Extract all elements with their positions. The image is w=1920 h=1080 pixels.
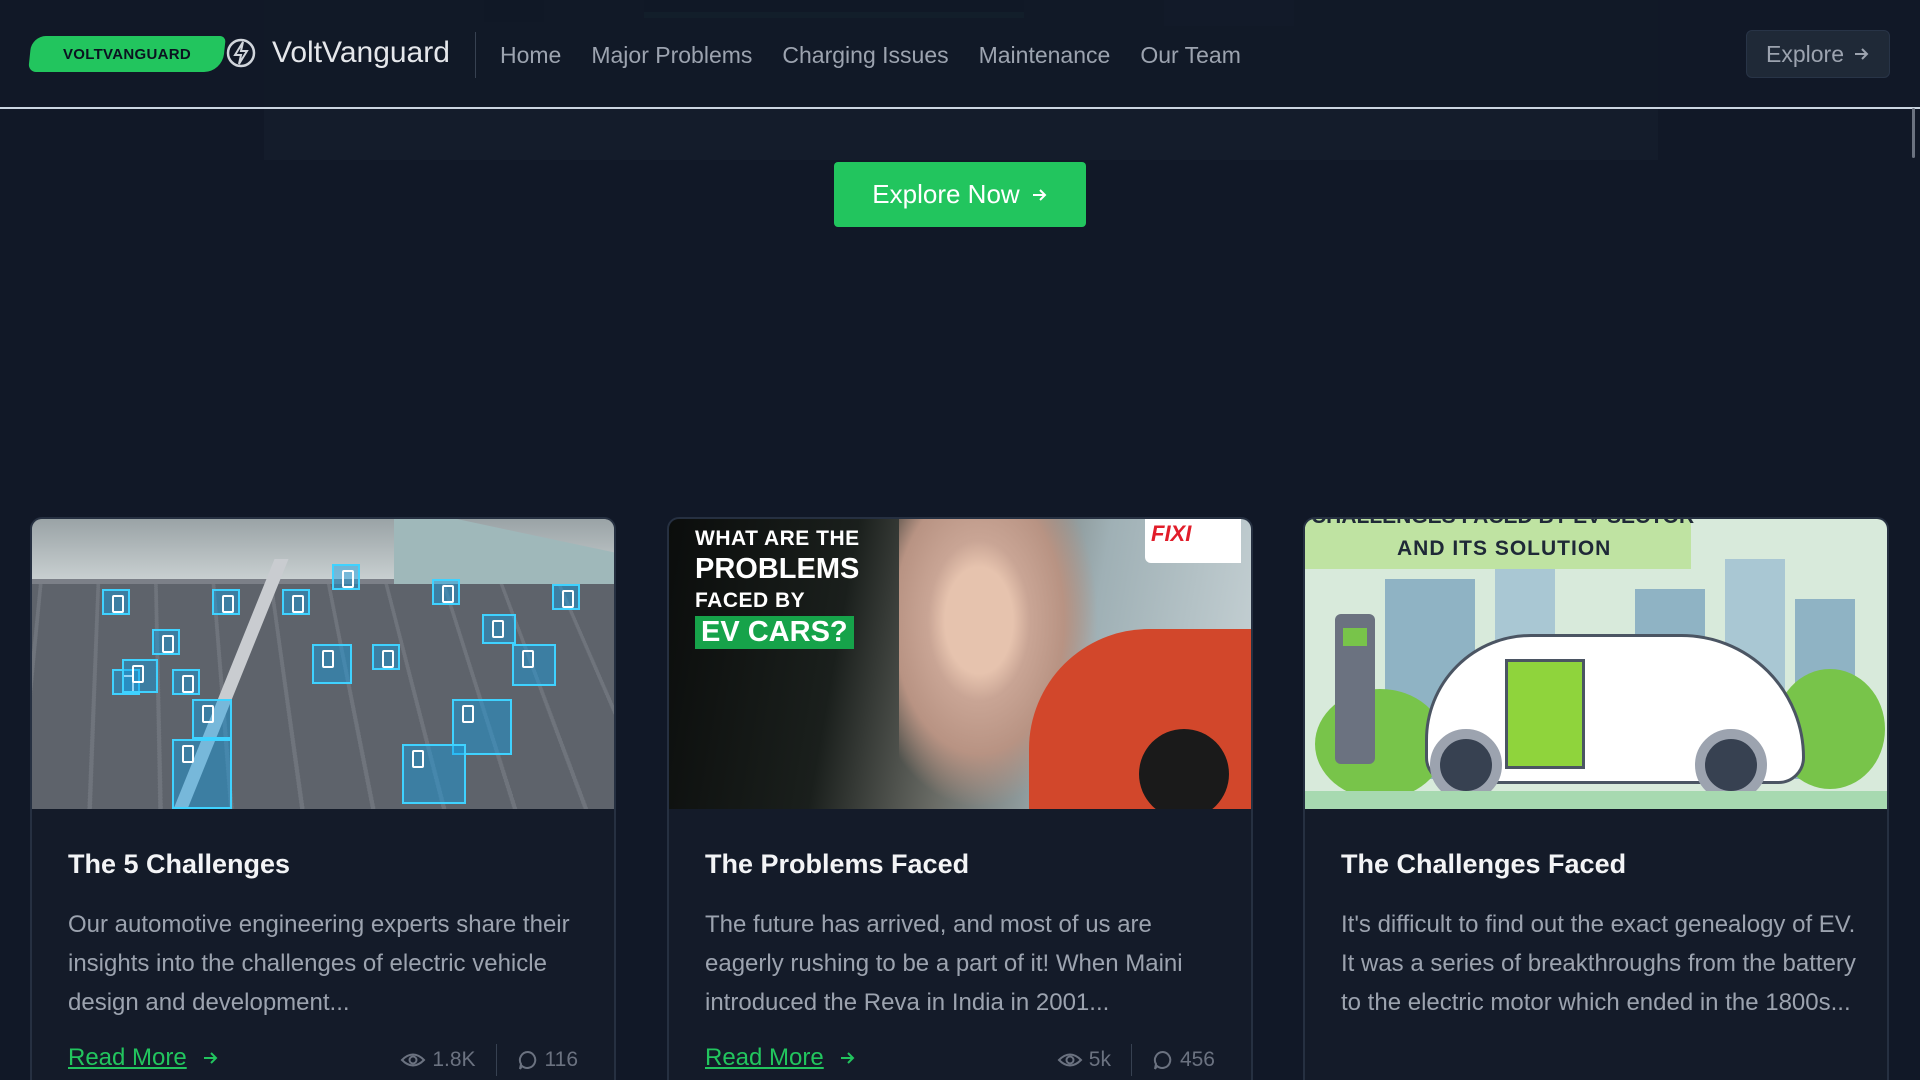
read-more-label: Read More bbox=[705, 1044, 824, 1071]
card-stats: 5k 456 bbox=[1057, 1044, 1215, 1076]
nav-maintenance[interactable]: Maintenance bbox=[979, 42, 1111, 69]
card-description: Our automotive engineering experts share… bbox=[68, 911, 570, 1016]
main-nav: Home Major Problems Charging Issues Main… bbox=[500, 42, 1271, 69]
eye-icon bbox=[400, 1053, 426, 1067]
image-text-line2: AND ITS SOLUTION bbox=[1397, 537, 1612, 560]
card-image-highway bbox=[32, 519, 614, 809]
read-more-label: Read More bbox=[68, 1044, 187, 1071]
card-image-ev-charging: WHAT ARE THE PROBLEMS FACED BY EV CARS? … bbox=[669, 519, 1251, 809]
article-card-2[interactable]: WHAT ARE THE PROBLEMS FACED BY EV CARS? … bbox=[667, 517, 1253, 1080]
image-text-line1: CHALLENGES FACED BY EV SECTOR bbox=[1311, 519, 1694, 529]
comments-count: 456 bbox=[1179, 1048, 1215, 1071]
fixi-logo-text: FIXI bbox=[1151, 521, 1192, 546]
comments-stat: 116 bbox=[517, 1048, 578, 1072]
card-image-ev-illustration: CHALLENGES FACED BY EV SECTOR AND ITS SO… bbox=[1305, 519, 1887, 809]
views-stat: 5k bbox=[1057, 1048, 1111, 1072]
brand-name[interactable]: VoltVanguard bbox=[272, 36, 450, 70]
card-title: The Problems Faced bbox=[705, 849, 970, 879]
nav-our-team[interactable]: Our Team bbox=[1140, 42, 1241, 69]
site-header: VOLTVANGUARD VoltVanguard Home Major Pro… bbox=[0, 0, 1920, 109]
explore-now-button[interactable]: Explore Now bbox=[834, 162, 1086, 227]
card-title: The Challenges Faced bbox=[1341, 849, 1627, 879]
card-title: The 5 Challenges bbox=[68, 849, 291, 879]
explore-button-label: Explore bbox=[1766, 40, 1844, 67]
arrow-right-icon bbox=[203, 1052, 218, 1064]
card-description: The future has arrived, and most of us a… bbox=[705, 911, 1183, 1016]
scrollbar-thumb[interactable] bbox=[1912, 108, 1915, 158]
comment-icon bbox=[1153, 1050, 1172, 1070]
nav-charging-issues[interactable]: Charging Issues bbox=[782, 42, 948, 69]
article-card-3[interactable]: CHALLENGES FACED BY EV SECTOR AND ITS SO… bbox=[1303, 517, 1889, 1080]
nav-home[interactable]: Home bbox=[500, 42, 561, 69]
image-banner: CHALLENGES FACED BY EV SECTOR AND ITS SO… bbox=[1305, 519, 1694, 569]
read-more-link[interactable]: Read More bbox=[68, 1044, 219, 1072]
image-text-line4: EV CARS? bbox=[695, 616, 854, 649]
fixi-logo: FIXI bbox=[1145, 519, 1241, 563]
arrow-right-icon bbox=[1854, 48, 1869, 60]
explore-now-label: Explore Now bbox=[872, 179, 1020, 209]
image-text-line3: FACED BY bbox=[695, 589, 806, 612]
logo-badge-text: VOLTVANGUARD bbox=[62, 45, 192, 63]
read-more-link[interactable]: Read More bbox=[705, 1044, 856, 1072]
nav-major-problems[interactable]: Major Problems bbox=[591, 42, 752, 69]
bolt-icon bbox=[226, 38, 256, 68]
arrow-right-icon bbox=[1032, 188, 1047, 201]
card-stats: 1.8K 116 bbox=[400, 1044, 578, 1076]
comments-count: 116 bbox=[544, 1048, 578, 1071]
eye-icon bbox=[1057, 1053, 1083, 1067]
image-text-line2: PROBLEMS bbox=[695, 553, 860, 585]
arrow-right-icon bbox=[840, 1052, 855, 1064]
brand-divider bbox=[475, 32, 476, 78]
explore-button[interactable]: Explore bbox=[1746, 30, 1890, 78]
views-count: 5k bbox=[1088, 1048, 1111, 1071]
article-card-1[interactable]: The 5 Challenges Our automotive engineer… bbox=[30, 517, 616, 1080]
comments-stat: 456 bbox=[1152, 1048, 1215, 1072]
image-text-line1: WHAT ARE THE bbox=[695, 527, 860, 550]
logo-badge[interactable]: VOLTVANGUARD bbox=[28, 36, 226, 72]
views-count: 1.8K bbox=[432, 1048, 476, 1071]
card-description: It's difficult to find out the exact gen… bbox=[1341, 911, 1856, 1016]
views-stat: 1.8K bbox=[400, 1048, 476, 1072]
comment-icon bbox=[518, 1050, 536, 1070]
